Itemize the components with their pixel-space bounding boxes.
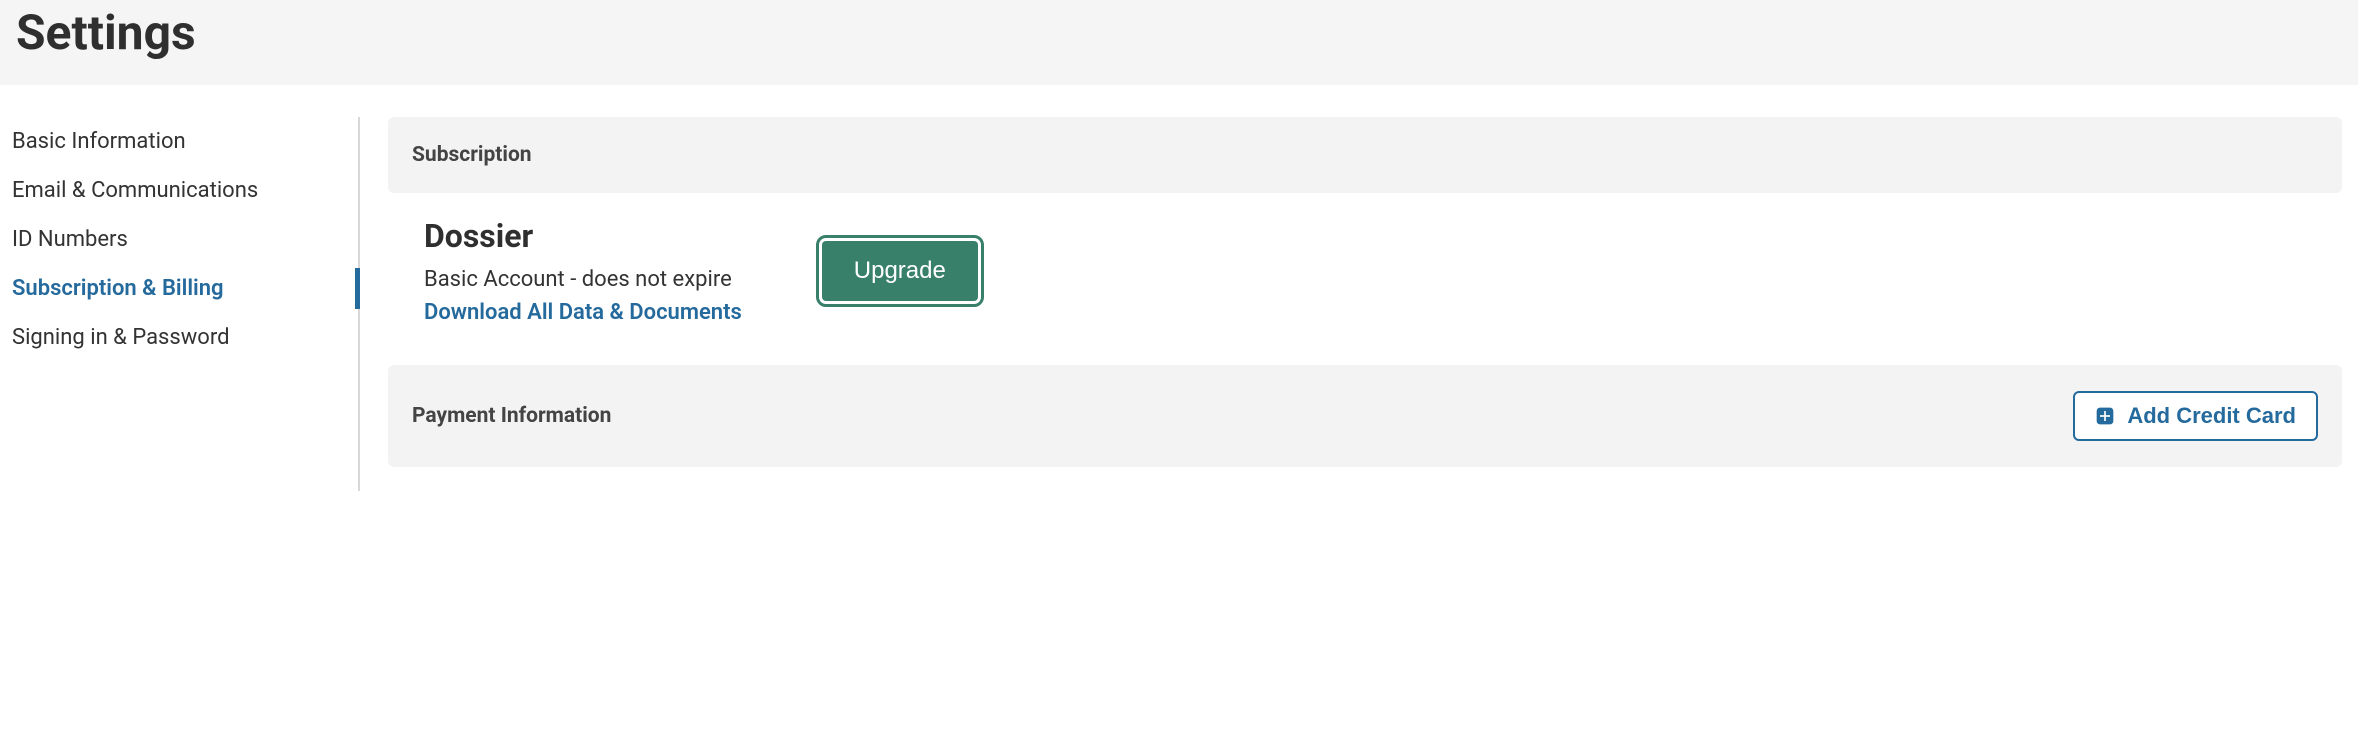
sidebar-item-label: Subscription & Billing bbox=[12, 276, 224, 301]
subscription-info: Dossier Basic Account - does not expire … bbox=[424, 217, 742, 325]
page-title: Settings bbox=[16, 0, 2342, 61]
add-credit-card-label: Add Credit Card bbox=[2127, 403, 2296, 429]
payment-section-title: Payment Information bbox=[412, 404, 611, 428]
plus-square-icon bbox=[2095, 406, 2115, 426]
sidebar-item-label: Basic Information bbox=[12, 129, 186, 154]
sidebar-item-label: ID Numbers bbox=[12, 227, 128, 252]
sidebar-item-id-numbers[interactable]: ID Numbers bbox=[12, 215, 358, 264]
settings-sidebar: Basic Information Email & Communications… bbox=[0, 117, 360, 491]
product-name: Dossier bbox=[424, 217, 742, 255]
sidebar-item-label: Signing in & Password bbox=[12, 325, 230, 350]
payment-section-header: Payment Information Add Credit Card bbox=[388, 365, 2342, 467]
upgrade-button[interactable]: Upgrade bbox=[822, 241, 978, 301]
header-band: Settings bbox=[0, 0, 2358, 85]
account-status: Basic Account - does not expire bbox=[424, 267, 742, 292]
sidebar-item-email-communications[interactable]: Email & Communications bbox=[12, 166, 358, 215]
download-all-data-link[interactable]: Download All Data & Documents bbox=[424, 300, 742, 325]
subscription-section-header: Subscription bbox=[388, 117, 2342, 193]
sidebar-item-signing-in-password[interactable]: Signing in & Password bbox=[12, 313, 358, 362]
main-content: Subscription Dossier Basic Account - doe… bbox=[360, 117, 2358, 491]
sidebar-item-subscription-billing[interactable]: Subscription & Billing bbox=[12, 264, 358, 313]
add-credit-card-button[interactable]: Add Credit Card bbox=[2073, 391, 2318, 441]
sidebar-item-basic-information[interactable]: Basic Information bbox=[12, 117, 358, 166]
subscription-section-title: Subscription bbox=[412, 143, 532, 167]
sidebar-item-label: Email & Communications bbox=[12, 178, 258, 203]
content-wrap: Basic Information Email & Communications… bbox=[0, 85, 2358, 491]
subscription-body: Dossier Basic Account - does not expire … bbox=[388, 217, 2342, 365]
